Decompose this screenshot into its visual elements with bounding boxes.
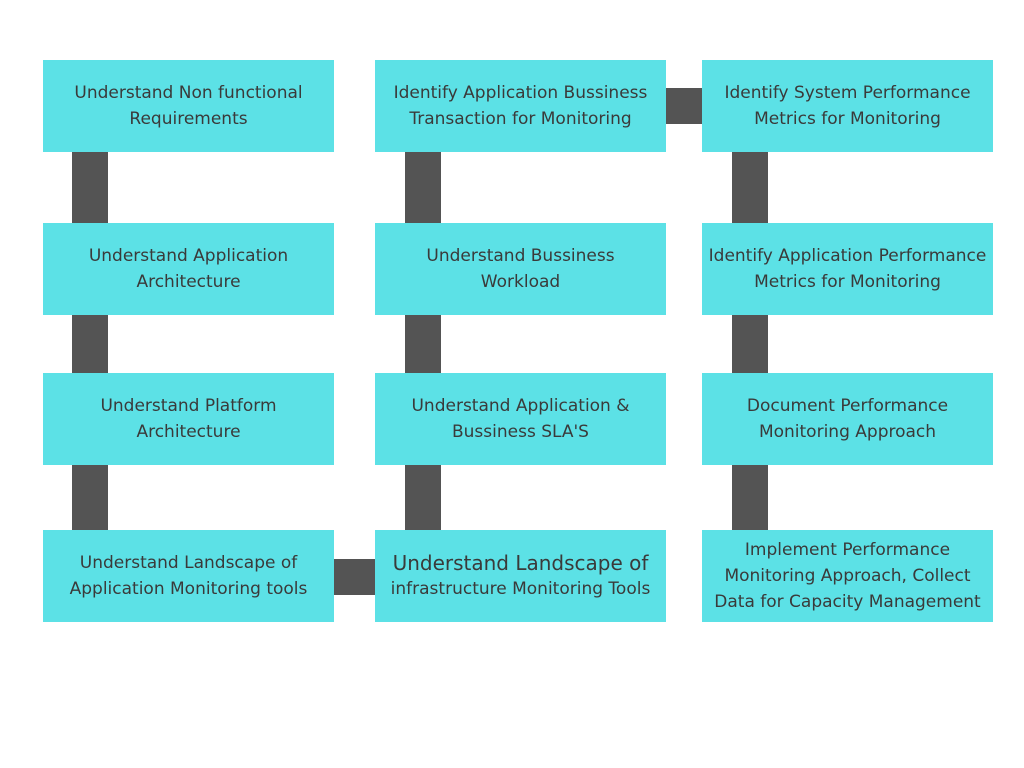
step-infrastructure-monitoring-tools: Understand Landscape of infrastructure M… <box>375 530 666 622</box>
step-application-architecture: Understand Application Architecture <box>43 223 334 315</box>
step-text: Bussiness SLA'S <box>452 422 589 442</box>
step-text: Monitoring Approach, Collect <box>724 566 971 586</box>
connector <box>666 88 702 124</box>
step-text: Data for Capacity Management <box>714 592 981 612</box>
step-text: Understand Application & <box>411 396 630 416</box>
connector <box>405 465 441 530</box>
step-text: Architecture <box>136 272 241 292</box>
step-system-performance-metrics: Identify System Performance Metrics for … <box>702 60 993 152</box>
connector <box>732 152 768 223</box>
step-text: Identify Application Bussiness <box>393 83 648 103</box>
connector <box>732 315 768 373</box>
step-text: Monitoring Approach <box>758 422 937 442</box>
connector <box>405 315 441 373</box>
step-text: Document Performance <box>746 396 949 416</box>
step-text: Understand Application <box>88 246 289 266</box>
step-application-monitoring-tools: Understand Landscape of Application Moni… <box>43 530 334 622</box>
connector <box>72 152 108 223</box>
step-business-transactions: Identify Application Bussiness Transacti… <box>375 60 666 152</box>
step-text: infrastructure Monitoring Tools <box>390 579 651 599</box>
step-text: Understand Non functional <box>74 83 303 103</box>
step-nonfunctional-requirements: Understand Non functional Requirements <box>43 60 334 152</box>
step-text: Identify Application Performance <box>708 246 987 266</box>
step-text: Metrics for Monitoring <box>754 109 941 129</box>
step-text: Understand Bussiness <box>426 246 615 266</box>
step-text: Requirements <box>129 109 248 129</box>
step-business-workload: Understand Bussiness Workload <box>375 223 666 315</box>
step-text: Transaction for Monitoring <box>409 109 632 129</box>
step-text: Metrics for Monitoring <box>754 272 941 292</box>
step-text: Architecture <box>136 422 241 442</box>
connector <box>72 465 108 530</box>
connector <box>732 465 768 530</box>
step-text: Understand Landscape of <box>79 553 298 573</box>
step-text: Understand Landscape of <box>392 551 649 575</box>
connector <box>334 559 375 595</box>
step-sla: Understand Application & Bussiness SLA'S <box>375 373 666 465</box>
step-text: Application Monitoring tools <box>69 579 308 599</box>
step-application-performance-metrics: Identify Application Performance Metrics… <box>702 223 993 315</box>
step-text: Identify System Performance <box>724 83 971 103</box>
step-document-approach: Document Performance Monitoring Approach <box>702 373 993 465</box>
connector <box>405 152 441 223</box>
step-text: Understand Platform <box>100 396 277 416</box>
step-implement-approach: Implement Performance Monitoring Approac… <box>702 530 993 622</box>
connector <box>72 315 108 373</box>
step-platform-architecture: Understand Platform Architecture <box>43 373 334 465</box>
step-text: Implement Performance <box>744 540 951 560</box>
step-text: Workload <box>480 272 561 292</box>
